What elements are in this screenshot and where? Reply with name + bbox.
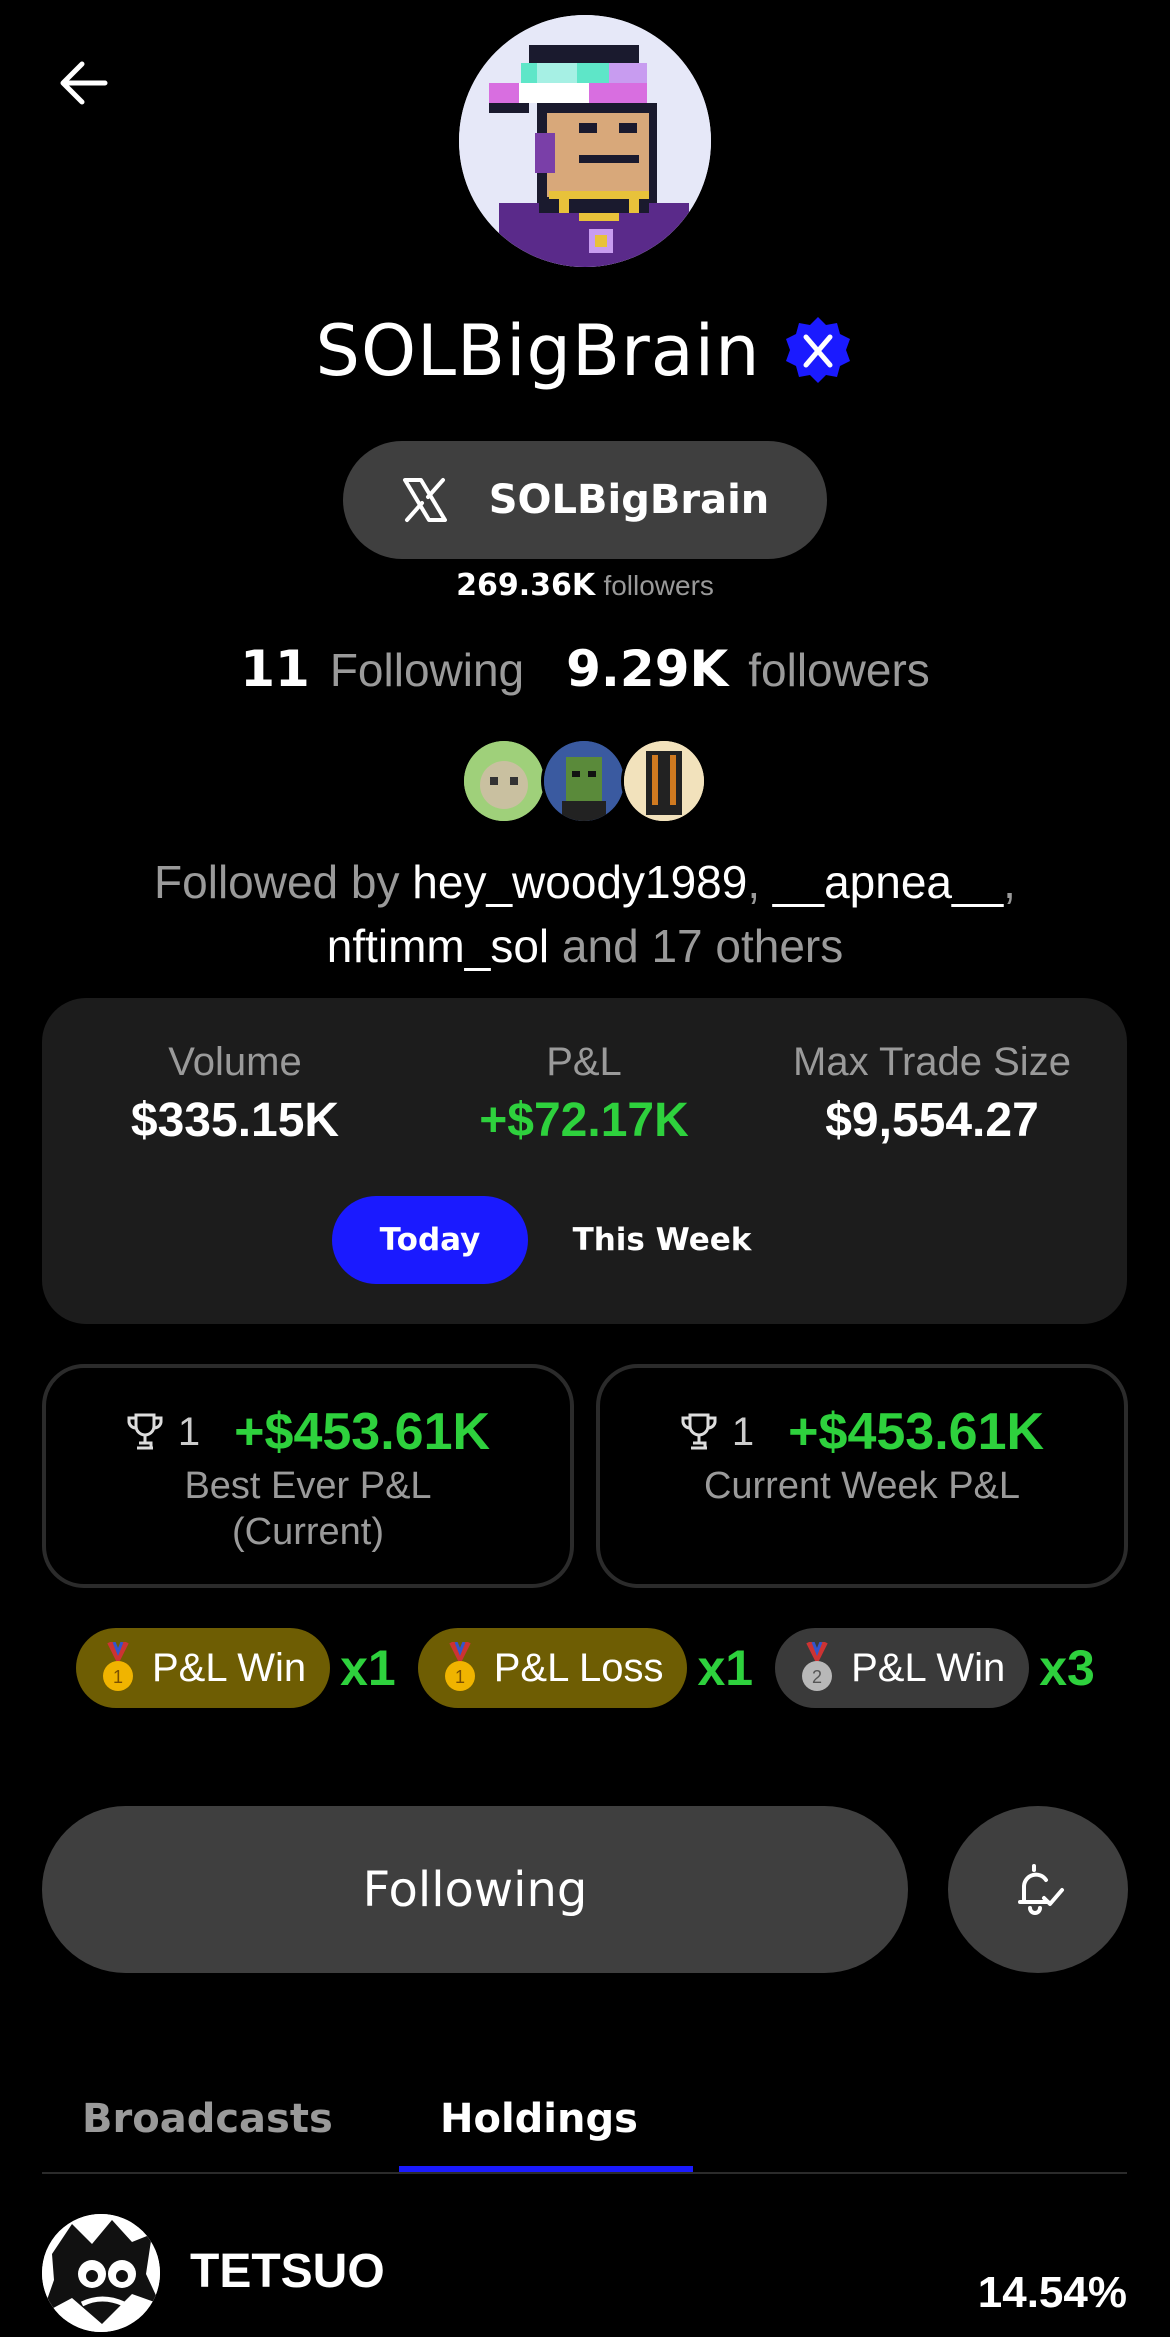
followed-by-prefix: Followed by (154, 856, 400, 908)
following-label[interactable]: Following (330, 643, 524, 697)
mutual-user-link[interactable]: hey_woody1989 (412, 856, 747, 908)
token-percent: 14.54% (977, 2268, 1127, 2317)
list-item[interactable]: TETSUO 14.54% (42, 2214, 1127, 2337)
following-button[interactable]: Following (42, 1806, 908, 1973)
mutual-user-link[interactable]: __apnea__ (773, 856, 1003, 908)
followed-by-others[interactable]: and 17 others (562, 920, 843, 972)
pl-card-sublabel: (Current) (231, 1511, 385, 1553)
gold-medal-icon: 1 (444, 1642, 475, 1691)
token-name: TETSUO (190, 2245, 385, 2298)
badge-pl-win-gold[interactable]: 1 P&L Win (76, 1628, 331, 1708)
badge-pl-loss-gold[interactable]: 1 P&L Loss (417, 1628, 688, 1708)
max-trade-label: Max Trade Size (793, 1040, 1071, 1084)
volume-metric: Volume $335.15K (55, 1040, 415, 1148)
active-tab-indicator (399, 2166, 693, 2172)
max-trade-metric: Max Trade Size $9,554.27 (752, 1040, 1112, 1148)
mutual-avatar (621, 738, 707, 824)
medal-number: 2 (812, 1667, 822, 1687)
max-trade-value: $9,554.27 (825, 1094, 1039, 1147)
silver-medal-icon: 2 (802, 1642, 833, 1691)
volume-label: Volume (168, 1040, 302, 1084)
trophy-icon (681, 1413, 717, 1450)
trophy-icon (127, 1413, 163, 1450)
profile-name: SOLBigBrain (315, 310, 761, 392)
badge-multiplier: x1 (340, 1640, 396, 1696)
back-button[interactable] (50, 50, 116, 116)
mutual-avatar (461, 738, 547, 824)
badge-label: P&L Win (152, 1645, 307, 1690)
bell-check-icon (1018, 1863, 1064, 1915)
mutual-user-link[interactable]: nftimm_sol (327, 920, 549, 972)
volume-value: $335.15K (130, 1094, 340, 1147)
rank-value: 1 (731, 1409, 755, 1454)
pl-label: P&L (546, 1040, 622, 1084)
pl-metric: P&L +$72.17K (404, 1040, 764, 1148)
arrow-left-icon (60, 61, 108, 105)
tab-this-week[interactable]: This Week (562, 1196, 762, 1284)
gold-medal-icon: 1 (103, 1642, 133, 1691)
x-profile-button[interactable]: SOLBigBrain (343, 441, 827, 559)
followers-count[interactable]: 9.29K (566, 640, 728, 698)
pl-amount: +$453.61K (234, 1403, 491, 1461)
x-followers-label: followers (603, 570, 714, 601)
trading-metrics-card: Volume $335.15K P&L +$72.17K Max Trade S… (42, 998, 1127, 1324)
followed-by-text: Followed by hey_woody1989, __apnea__, nf… (60, 850, 1110, 978)
followers-label[interactable]: followers (748, 643, 930, 697)
badge-label: P&L Loss (493, 1645, 664, 1690)
profile-tabs: Broadcasts Holdings (42, 2080, 1127, 2174)
pl-card-label: Best Ever P&L (184, 1465, 432, 1507)
current-week-pl-card[interactable]: 1 +$453.61K Current Week P&L (596, 1364, 1128, 1588)
following-count[interactable]: 11 (240, 640, 310, 698)
x-followers-count: 269.36K (456, 568, 596, 603)
token-avatar (42, 2214, 160, 2332)
tab-broadcasts[interactable]: Broadcasts (82, 2096, 333, 2142)
badge-pl-win-silver[interactable]: 2 P&L Win (775, 1628, 1030, 1708)
badge-multiplier: x1 (697, 1640, 754, 1696)
pl-card-label: Current Week P&L (703, 1465, 1021, 1507)
x-logo-icon (402, 478, 447, 522)
mutual-avatar (541, 738, 627, 824)
separator: , (1003, 856, 1016, 908)
achievement-badges: 1 P&L Win x1 1 P&L Loss x1 2 P&L Win x3 (76, 1628, 1117, 1708)
tab-holdings[interactable]: Holdings (440, 2096, 638, 2142)
verified-badge-icon (786, 317, 851, 383)
pl-amount: +$453.61K (788, 1403, 1045, 1461)
pl-value: +$72.17K (479, 1094, 689, 1147)
tab-today[interactable]: Today (332, 1196, 528, 1284)
badge-multiplier: x3 (1039, 1640, 1095, 1696)
rank-value: 1 (177, 1409, 201, 1454)
mutual-followers-avatars[interactable] (461, 738, 707, 824)
separator: , (747, 856, 761, 908)
notifications-button[interactable] (948, 1806, 1128, 1973)
profile-avatar (459, 15, 711, 267)
x-followers: 269.36K followers (0, 568, 1170, 603)
x-handle: SOLBigBrain (488, 477, 770, 523)
best-ever-pl-card[interactable]: 1 +$453.61K Best Ever P&L (Current) (42, 1364, 574, 1588)
badge-label: P&L Win (851, 1645, 1006, 1690)
medal-number: 1 (455, 1667, 465, 1687)
medal-number: 1 (113, 1667, 123, 1687)
